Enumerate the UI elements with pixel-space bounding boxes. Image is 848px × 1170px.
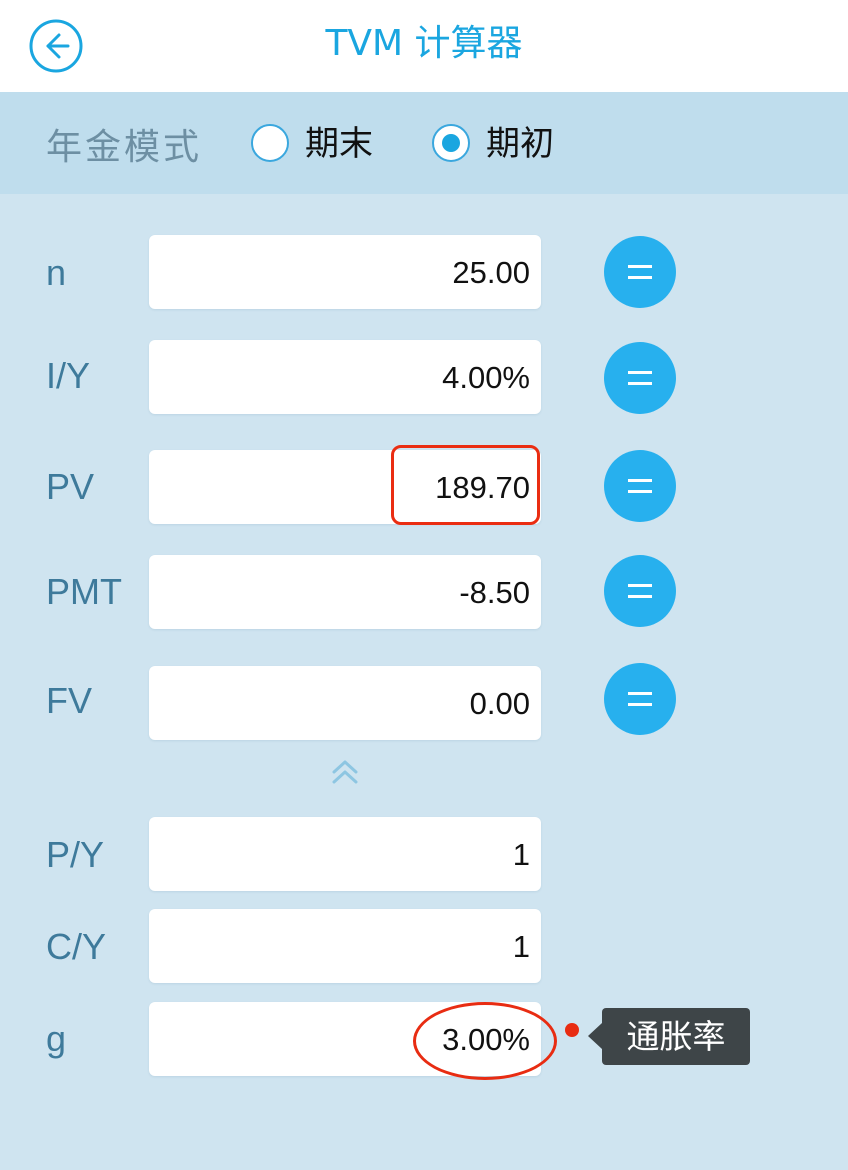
inflation-tooltip: 通胀率 <box>602 1008 750 1065</box>
pv-highlight-box <box>391 445 540 525</box>
solve-iy-button[interactable] <box>604 342 676 414</box>
value-pmt: -8.50 <box>459 575 530 610</box>
radio-end-icon <box>251 124 289 162</box>
value-py: 1 <box>512 837 530 872</box>
header-bar: TVM 计算器 <box>0 0 848 92</box>
value-iy: 4.00% <box>442 360 530 395</box>
g-highlight-ellipse <box>413 1002 557 1080</box>
input-py[interactable]: 1 <box>149 817 541 891</box>
page-title: TVM 计算器 <box>325 23 523 64</box>
label-n: n <box>46 252 67 293</box>
double-chevron-up-icon[interactable] <box>330 758 360 786</box>
radio-begin-label: 期初 <box>486 124 554 164</box>
solve-pmt-button[interactable] <box>604 555 676 627</box>
value-fv: 0.00 <box>469 686 530 721</box>
value-cy: 1 <box>512 929 530 964</box>
input-iy[interactable]: 4.00% <box>149 340 541 414</box>
input-fv[interactable]: 0.00 <box>149 666 541 740</box>
solve-fv-button[interactable] <box>604 663 676 735</box>
radio-end-label: 期末 <box>305 124 373 164</box>
solve-pv-button[interactable] <box>604 450 676 522</box>
input-pmt[interactable]: -8.50 <box>149 555 541 629</box>
annuity-mode-bar: 年金模式 期末 期初 <box>0 92 848 194</box>
label-py: P/Y <box>46 834 105 875</box>
label-g: g <box>46 1018 67 1059</box>
radio-begin-icon <box>432 124 470 162</box>
label-pv: PV <box>46 466 95 507</box>
radio-option-begin[interactable]: 期初 <box>432 92 572 194</box>
label-pmt: PMT <box>46 571 122 612</box>
input-n[interactable]: 25.00 <box>149 235 541 309</box>
radio-option-end[interactable]: 期末 <box>251 92 391 194</box>
value-n: 25.00 <box>452 255 530 290</box>
tooltip-arrow <box>588 1023 602 1049</box>
annuity-mode-label: 年金模式 <box>46 127 203 168</box>
solve-n-button[interactable] <box>604 236 676 308</box>
annotation-dot <box>565 1023 579 1037</box>
input-cy[interactable]: 1 <box>149 909 541 983</box>
label-iy: I/Y <box>46 355 91 396</box>
label-cy: C/Y <box>46 926 107 967</box>
radio-selected-dot <box>442 134 460 152</box>
label-fv: FV <box>46 680 93 721</box>
